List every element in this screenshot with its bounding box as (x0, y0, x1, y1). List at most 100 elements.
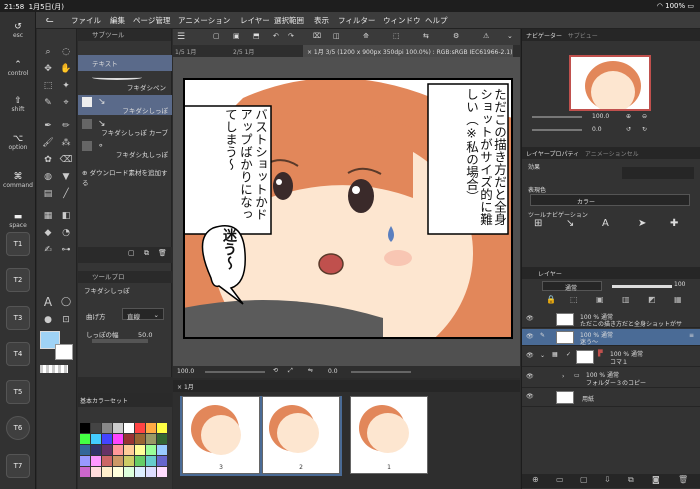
eye-icon[interactable]: 👁 (526, 352, 534, 359)
shape-icon[interactable]: ◆ (40, 226, 56, 240)
color-swatch[interactable] (146, 445, 156, 455)
color-swatch[interactable] (124, 423, 134, 433)
color-swatch[interactable] (91, 456, 101, 466)
text-icon[interactable]: A (40, 295, 56, 309)
color-swatch[interactable] (80, 467, 90, 477)
subtool-balloon-round-tail[interactable]: ∘ フキダシ丸しっぽ (78, 139, 172, 159)
layer-row-paper[interactable]: 👁 用紙 (522, 389, 700, 407)
combine-icon[interactable]: ⧉ (628, 475, 634, 485)
undo-icon[interactable]: ↶ (273, 32, 279, 40)
manga-canvas[interactable]: バストショットかドアップばかりになってしまう〜 ただこの描き方だと全身ショットが… (183, 78, 513, 339)
color-swatch[interactable] (146, 434, 156, 444)
color-swatch[interactable] (91, 434, 101, 444)
mask-add-icon[interactable]: ◙ (652, 475, 660, 484)
zoom-icon[interactable]: ⌕ (40, 45, 56, 59)
color-swatch[interactable] (135, 434, 145, 444)
color-swatch[interactable] (102, 467, 112, 477)
add-icon[interactable]: ▢ (128, 249, 135, 257)
page-thumb-1[interactable]: 1 (350, 396, 428, 474)
color-swatch[interactable] (157, 445, 167, 455)
menu-selection[interactable]: 選択範囲 (274, 15, 304, 26)
trash-icon[interactable]: 🗑 (678, 475, 688, 484)
download-material-button[interactable]: ⊕ ダウンロード素材を追加する (78, 167, 172, 187)
eyedropper-icon[interactable]: ✎ (40, 96, 56, 110)
color-swatch[interactable] (157, 423, 167, 433)
menu-window[interactable]: ウィンドウ (383, 15, 421, 26)
wand-icon[interactable]: ✦ (58, 79, 74, 93)
shift-key[interactable]: ⇧ shift (0, 96, 36, 113)
sub-color-swatch[interactable] (55, 344, 73, 360)
zoom-slider[interactable] (205, 371, 265, 373)
control-key[interactable]: ⌃ control (0, 60, 36, 77)
color-swatch[interactable] (102, 445, 112, 455)
page-tab[interactable]: × 1月 (173, 380, 520, 392)
rotation-slider[interactable] (351, 371, 411, 373)
t7-key[interactable]: T7 (6, 454, 30, 478)
rotation-value[interactable]: 0.0 (328, 368, 338, 375)
width-slider[interactable] (92, 339, 148, 343)
t1-key[interactable]: T1 (6, 232, 30, 256)
color-swatch[interactable] (113, 456, 123, 466)
esc-key[interactable]: ↺ esc (0, 22, 36, 39)
new-folder-icon[interactable]: ▢ (580, 475, 588, 484)
gradient-icon[interactable]: ▤ (40, 187, 56, 201)
color-swatch[interactable] (157, 467, 167, 477)
nav-zoom-slider[interactable] (532, 116, 582, 118)
nav-rotate-value[interactable]: 0.0 (592, 126, 602, 133)
eye-icon[interactable]: 👁 (526, 315, 534, 322)
color-swatch[interactable] (135, 423, 145, 433)
color-swatch[interactable] (124, 445, 134, 455)
reference-icon[interactable]: ▣ (596, 295, 604, 304)
rotate-icon[interactable]: ⟲ (273, 367, 278, 374)
subtool-balloon-tail-curve[interactable]: ↘ フキダシしっぽ カーブ (78, 117, 172, 137)
menu-animation[interactable]: アニメーション (178, 15, 230, 26)
color-swatch[interactable] (102, 423, 112, 433)
color-swatch[interactable] (80, 434, 90, 444)
object-icon[interactable]: ✚ (670, 218, 678, 229)
new-raster-icon[interactable]: ⊕ (532, 475, 539, 484)
hamburger-icon[interactable]: ☰ (177, 32, 185, 42)
tab-page-1[interactable]: 1/5 1月 (175, 47, 196, 56)
mask-icon[interactable]: ◩ (648, 295, 656, 304)
open-icon[interactable]: ▣ (233, 32, 240, 40)
right-balloon-text[interactable]: ただこの描き方だと全身ショットがサイズ的に難しい（※私の場合） (432, 88, 507, 234)
page-thumb-3[interactable]: 3 (182, 396, 260, 474)
ruler-icon[interactable]: ◧ (58, 209, 74, 223)
transform-icon[interactable]: ⟰ (363, 32, 369, 40)
pen-icon[interactable]: ✒ (40, 119, 56, 133)
text-tool-icon[interactable]: ✍ (40, 243, 56, 257)
effect-buttons[interactable] (622, 167, 694, 179)
select-icon[interactable]: ⬚ (40, 79, 56, 93)
ruler-link-icon[interactable]: ▦ (674, 295, 682, 304)
color-swatch[interactable] (113, 423, 123, 433)
color-swatch[interactable] (80, 456, 90, 466)
color-swatch[interactable] (157, 456, 167, 466)
draft-icon[interactable]: ▥ (622, 295, 630, 304)
fit-icon[interactable]: ⤢ (288, 367, 293, 375)
rotate-right-icon[interactable]: ↻ (642, 126, 647, 133)
color-swatch[interactable] (124, 434, 134, 444)
zoom-out-icon[interactable]: ⊖ (642, 113, 647, 120)
app-logo-icon[interactable]: ᓚ (46, 15, 54, 25)
balloon-icon[interactable]: ◯ (58, 295, 74, 309)
fill-selection-icon[interactable]: ◫ (333, 32, 340, 40)
space-key[interactable]: ▬ space (0, 212, 36, 229)
layer-row-text-1[interactable]: 👁 100 % 通常 ただこの描き方だと全身ショットがサ (522, 311, 700, 328)
tail-tool-icon[interactable]: ↘ (566, 218, 574, 229)
nav-zoom-value[interactable]: 100.0 (592, 113, 609, 120)
tab-active-document[interactable]: × 1月 3/5 (1200 x 900px 350dpi 100.0%) : … (303, 45, 513, 57)
drag-handle-icon[interactable]: ≡ (689, 332, 694, 339)
lock-icon[interactable]: 🔒 (546, 295, 556, 304)
invert-icon[interactable]: ⇆ (423, 32, 429, 40)
eye-icon[interactable]: 👁 (526, 393, 534, 400)
color-swatch[interactable] (102, 456, 112, 466)
correction-icon[interactable]: ⊶ (58, 243, 74, 257)
blend-icon[interactable]: ◍ (40, 170, 56, 184)
color-swatch[interactable] (146, 456, 156, 466)
bucket-icon[interactable]: ◔ (58, 226, 74, 240)
picker-icon[interactable]: ⌖ (58, 96, 74, 110)
menu-layer[interactable]: レイヤー (240, 15, 270, 26)
color-swatch[interactable] (124, 467, 134, 477)
t4-key[interactable]: T4 (6, 342, 30, 366)
new-icon[interactable]: ▢ (213, 32, 220, 40)
